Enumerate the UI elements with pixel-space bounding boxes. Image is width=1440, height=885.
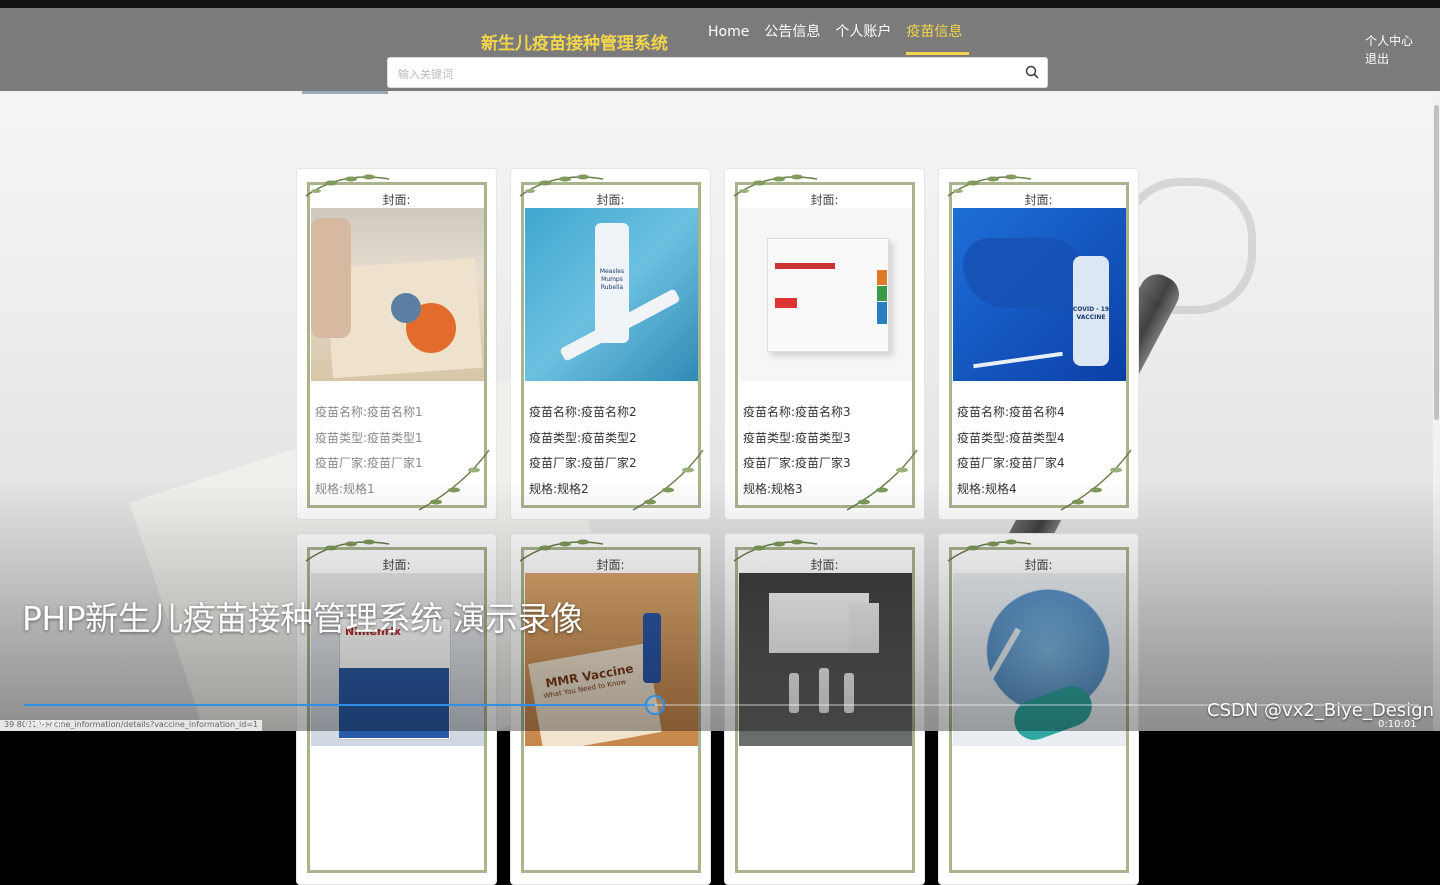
scrollbar-thumb[interactable] [1434, 105, 1439, 420]
current-time: 0:08:14 [24, 719, 63, 730]
vaccine-spec: 规格:规格1 [315, 481, 375, 496]
cover-label: 封面: [596, 558, 625, 572]
vaccine-maker: 疫苗厂家:疫苗厂家2 [529, 456, 637, 470]
cover-label: 封面: [382, 193, 411, 207]
tab-indicator-stub [302, 91, 388, 94]
user-center-link[interactable]: 个人中心 [1365, 32, 1413, 50]
vaccine-info: 疫苗名称:疫苗名称2 疫苗类型:疫苗类型2 疫苗厂家:疫苗厂家2 规格:规格2 [529, 400, 637, 502]
user-links: 个人中心 退出 [1365, 32, 1413, 68]
cover-label: 封面: [810, 558, 839, 572]
vaccine-cover-image[interactable] [739, 208, 912, 381]
site-brand[interactable]: 新生儿疫苗接种管理系统 [481, 29, 668, 54]
watermark: CSDN @vx2_Biye_Design [1207, 700, 1435, 721]
nav-account[interactable]: 个人账户 [835, 22, 898, 54]
vaccine-info: 疫苗名称:疫苗名称1 疫苗类型:疫苗类型1 疫苗厂家:疫苗厂家1 规格:规格1 [315, 400, 423, 502]
vaccine-name: 疫苗名称:疫苗名称2 [529, 405, 637, 419]
cover-label: 封面: [1024, 558, 1053, 572]
vaccine-cover-image[interactable] [953, 573, 1126, 746]
vaccine-spec: 规格:规格2 [529, 481, 589, 496]
vaccine-maker: 疫苗厂家:疫苗厂家3 [743, 456, 851, 470]
leaf-decoration-icon [418, 449, 490, 511]
vaccine-type: 疫苗类型:疫苗类型2 [529, 430, 637, 445]
vaccine-card[interactable]: 封面: [938, 533, 1139, 885]
vaccine-card[interactable]: 封面: [724, 533, 925, 885]
cover-label: 封面: [810, 193, 839, 207]
cover-label: 封面: [596, 193, 625, 207]
leaf-decoration-icon [632, 449, 704, 511]
vaccine-maker: 疫苗厂家:疫苗厂家1 [315, 456, 423, 470]
search-box [387, 57, 1048, 88]
site-header: 新生儿疫苗接种管理系统 Home 公告信息 个人账户 疫苗信息 个人中心 退出 [0, 8, 1440, 91]
vaccine-maker: 疫苗厂家:疫苗厂家4 [957, 456, 1065, 470]
vaccine-name: 疫苗名称:疫苗名称4 [957, 405, 1065, 419]
leaf-decoration-icon [1060, 449, 1132, 511]
vaccine-info: 疫苗名称:疫苗名称3 疫苗类型:疫苗类型3 疫苗厂家:疫苗厂家3 规格:规格3 [743, 400, 851, 502]
nav-home[interactable]: Home [708, 22, 756, 54]
vaccine-card[interactable]: 封面: Measles Mumps Rubella 疫苗名称:疫苗名称2 疫苗类… [510, 168, 711, 520]
main-nav: Home 公告信息 个人账户 疫苗信息 [708, 22, 977, 55]
search-icon[interactable] [1025, 65, 1039, 79]
vaccine-cover-image[interactable] [739, 573, 912, 746]
vaccine-type: 疫苗类型:疫苗类型1 [315, 430, 423, 445]
window-top-edge [0, 0, 1440, 8]
vaccine-type: 疫苗类型:疫苗类型4 [957, 430, 1065, 445]
vaccine-card[interactable]: 封面: Nimenrix [296, 533, 497, 885]
cover-label: 封面: [382, 558, 411, 572]
vaccine-type: 疫苗类型:疫苗类型3 [743, 430, 851, 445]
vial-label: Measles Mumps Rubella [599, 268, 625, 291]
logout-link[interactable]: 退出 [1365, 50, 1413, 68]
video-progress-knob[interactable] [644, 695, 665, 715]
search-input[interactable] [396, 64, 1000, 84]
leaf-decoration-icon [846, 449, 918, 511]
vaccine-card[interactable]: 封面: 疫苗名称:疫苗名称1 疫苗类型:疫苗类型1 疫苗厂家:疫苗厂家1 规格:… [296, 168, 497, 520]
vaccine-cover-image[interactable] [311, 208, 484, 381]
vaccine-cover-image[interactable]: Measles Mumps Rubella [525, 208, 698, 381]
vaccine-cover-image[interactable]: COVID - 19 VACCINE [953, 208, 1126, 381]
vaccine-card[interactable]: 封面: COVID - 19 VACCINE 疫苗名称:疫苗名称4 疫苗类型:疫… [938, 168, 1139, 520]
page-scrollbar[interactable] [1433, 91, 1440, 731]
cover-label: 封面: [1024, 193, 1053, 207]
vaccine-info: 疫苗名称:疫苗名称4 疫苗类型:疫苗类型4 疫苗厂家:疫苗厂家4 规格:规格4 [957, 400, 1065, 502]
nav-vaccine-info[interactable]: 疫苗信息 [906, 22, 970, 55]
vaccine-card[interactable]: 封面: MMR Vaccine What You Need to Know [510, 533, 711, 885]
vaccine-name: 疫苗名称:疫苗名称1 [315, 405, 423, 419]
vaccine-spec: 规格:规格4 [957, 481, 1017, 496]
video-title: PHP新生儿疫苗接种管理系统 演示录像 [22, 599, 583, 638]
vaccine-card[interactable]: 封面: 疫苗名称:疫苗名称3 疫苗类型:疫苗类型3 疫苗厂家:疫苗厂家3 规格:… [724, 168, 925, 520]
vaccine-spec: 规格:规格3 [743, 481, 803, 496]
vaccine-name: 疫苗名称:疫苗名称3 [743, 405, 851, 419]
nav-announcements[interactable]: 公告信息 [764, 22, 827, 54]
vial-label: COVID - 19 VACCINE [1072, 306, 1110, 321]
video-progress-fill [24, 704, 655, 706]
